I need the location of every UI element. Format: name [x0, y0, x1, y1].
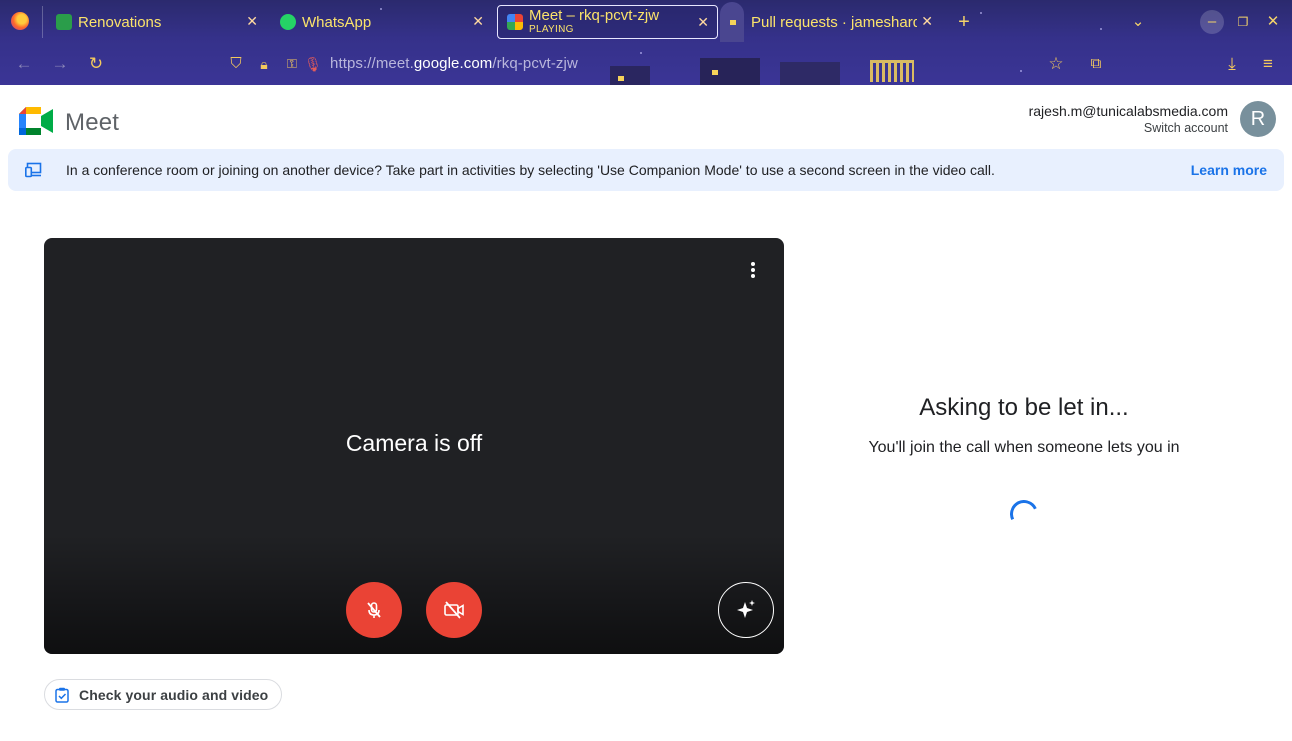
navigation-bar: ← → ↻ ⛉ 🔒︎ ⚿ 🎙︎ https://meet.google.com/…	[0, 44, 1292, 85]
companion-mode-banner: In a conference room or joining on anoth…	[8, 149, 1284, 191]
close-window-icon[interactable]: ✕	[1261, 10, 1285, 34]
close-icon[interactable]: ✕	[697, 14, 709, 31]
lock-icon[interactable]: 🔒︎	[254, 54, 274, 74]
join-status: Asking to be let in... You'll join the c…	[864, 394, 1184, 460]
video-preview: Camera is off	[44, 238, 784, 654]
meet-favicon	[507, 14, 523, 30]
new-tab-button[interactable]: +	[952, 10, 976, 34]
restore-icon[interactable]: ❐	[1231, 10, 1255, 34]
close-icon[interactable]: ✕	[472, 13, 484, 30]
menu-icon[interactable]: ≡	[1258, 54, 1278, 74]
bookmark-star-icon[interactable]: ☆	[1046, 54, 1066, 74]
account-email: rajesh.m@tunicalabsmedia.com	[1028, 103, 1228, 119]
tab-title: WhatsApp	[302, 13, 372, 31]
sparkle-icon	[737, 600, 755, 618]
clipboard-check-icon	[55, 687, 69, 703]
check-audio-video-button[interactable]: Check your audio and video	[44, 679, 282, 710]
tab-strip: Renovations ✕ WhatsApp ✕ Meet – rkq-pcvt…	[0, 0, 1292, 44]
forward-icon[interactable]: →	[50, 54, 70, 74]
tab-playing-label: PLAYING	[529, 23, 574, 35]
switch-account-link[interactable]: Switch account	[1029, 121, 1228, 135]
renovations-favicon	[56, 14, 72, 30]
url-path: /rkq-pcvt-zjw	[492, 55, 578, 72]
tab-renovations[interactable]: Renovations ✕	[44, 5, 266, 39]
whatsapp-favicon	[280, 14, 296, 30]
tab-whatsapp[interactable]: WhatsApp ✕	[268, 5, 492, 39]
status-heading: Asking to be let in...	[919, 394, 1129, 421]
banner-message: In a conference room or joining on anoth…	[66, 162, 995, 178]
status-message: You'll join the call when someone lets y…	[868, 439, 1180, 456]
mic-off-icon	[367, 602, 381, 618]
close-icon[interactable]: ✕	[246, 13, 258, 30]
devices-icon	[25, 162, 42, 178]
account-info[interactable]: rajesh.m@tunicalabsmedia.com Switch acco…	[1029, 103, 1228, 135]
avatar[interactable]: R	[1240, 101, 1276, 137]
extensions-icon[interactable]: ⧉	[1086, 54, 1106, 74]
microphone-icon[interactable]: 🎙︎	[303, 54, 323, 74]
camera-toggle-button[interactable]	[426, 582, 482, 638]
divider	[42, 6, 43, 38]
url-domain: google.com	[413, 55, 493, 72]
list-all-tabs-icon[interactable]: ⌄	[1126, 10, 1150, 34]
minimize-icon[interactable]: –	[1200, 10, 1224, 34]
tab-title: Pull requests · jameshard	[751, 13, 917, 31]
visual-effects-button[interactable]	[718, 582, 774, 638]
permissions-icon[interactable]: ⚿	[282, 54, 302, 74]
close-icon[interactable]: ✕	[921, 13, 933, 30]
learn-more-link[interactable]: Learn more	[1191, 162, 1267, 178]
camera-status-text: Camera is off	[345, 430, 483, 456]
loading-spinner-icon	[1006, 496, 1042, 532]
more-options-icon[interactable]	[747, 262, 759, 282]
tab-meet[interactable]: Meet – rkq-pcvt-zjw PLAYING ✕	[497, 5, 718, 39]
downloads-icon[interactable]: ⤓	[1222, 54, 1242, 74]
google-meet-logo-icon[interactable]	[19, 107, 53, 135]
tab-title: Meet – rkq-pcvt-zjw	[529, 6, 660, 24]
url-bar[interactable]: https://meet.google.com/rkq-pcvt-zjw	[330, 55, 578, 72]
camera-off-icon	[444, 601, 464, 619]
app-name: Meet	[65, 109, 120, 136]
reload-icon[interactable]: ↻	[86, 54, 106, 74]
mic-toggle-button[interactable]	[346, 582, 402, 638]
tracking-protection-icon[interactable]: ⛉	[226, 54, 246, 74]
tab-pull-requests[interactable]: Pull requests · jameshard ✕	[739, 5, 939, 39]
back-icon[interactable]: ←	[14, 54, 34, 74]
tab-title: Renovations	[78, 13, 162, 31]
firefox-icon[interactable]	[11, 12, 29, 30]
meet-header: Meet rajesh.m@tunicalabsmedia.com Switch…	[0, 85, 1292, 149]
preview-gradient	[44, 534, 784, 654]
browser-chrome: Renovations ✕ WhatsApp ✕ Meet – rkq-pcvt…	[0, 0, 1292, 85]
check-audio-video-label: Check your audio and video	[79, 686, 269, 703]
url-prefix: https://meet.	[330, 55, 414, 72]
